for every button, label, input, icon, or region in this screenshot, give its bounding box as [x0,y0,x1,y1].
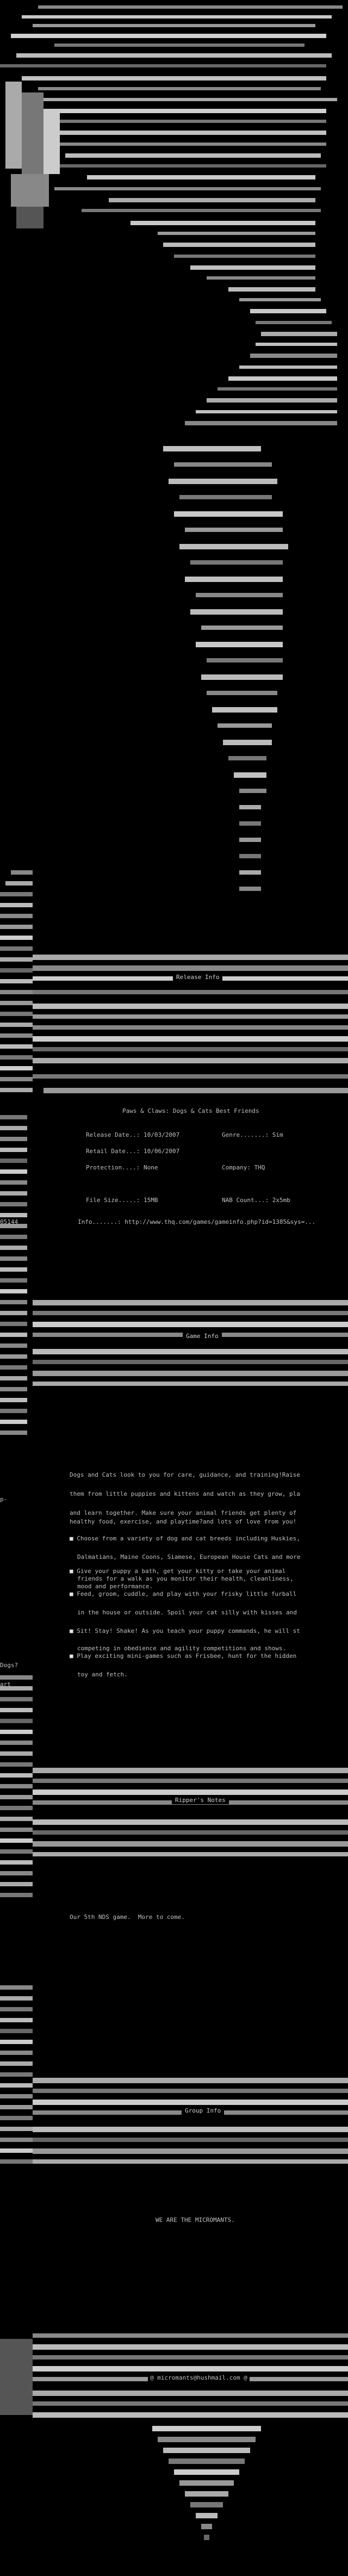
feature-bullet: mood and performance. [77,1583,153,1590]
release-info-header: Release Info [173,974,223,981]
file-size-field: File Size.....: 15MB [86,1197,158,1204]
game-description-line: healthy food, exercise, and playtime?and… [70,1518,297,1525]
company-field: Company: THQ [222,1164,265,1171]
release-date-field: Release Date..: 10/03/2007 [86,1131,180,1138]
feature-bullet: ■ Sit! Stay! Shake! As you teach your pu… [70,1627,300,1634]
game-info-header: Game Info [183,1333,222,1340]
feature-bullet: in the house or outside. Spoil your cat … [77,1609,297,1617]
feature-bullet: ■ Choose from a variety of dog and cat b… [70,1535,300,1542]
side-note: 05144 [0,1218,18,1225]
feature-bullet-text: Play exciting mini-games such as Frisbee… [77,1652,297,1659]
feature-bullet-text: Sit! Stay! Shake! As you teach your pupp… [77,1627,300,1634]
feature-bullet-text: mood and performance. [77,1583,153,1590]
feature-bullet-text: Feed, groom, cuddle, and play with your … [77,1590,297,1597]
rippers-notes-text: Our 5th NDS game. More to come. [70,1914,185,1921]
game-description-line: Dogs and Cats look to you for care, guid… [70,1471,300,1478]
feature-bullet-text: Dalmatians, Maine Coons, Siamese, Europe… [77,1553,301,1561]
game-info-header-art [0,1224,348,1435]
side-note: p- [0,1496,8,1503]
nab-count-field: NAB Count...: 2x5mb [222,1197,290,1204]
rippers-notes-header: Ripper's Notes [172,1797,229,1804]
feature-bullet-text: in the house or outside. Spoil your cat … [77,1609,297,1616]
side-note: art [0,1681,11,1688]
game-description-line: and learn together. Make sure your anima… [70,1509,297,1516]
side-note: Dogs? [0,1662,18,1669]
feature-bullet-text: Choose from a variety of dog and cat bre… [77,1535,300,1542]
footer-art [0,2333,348,2540]
left-edge-stair-art [0,1115,27,1217]
feature-bullet: ■ Play exciting mini-games such as Frisb… [70,1652,297,1659]
feature-bullet-text: competing in obedience and agility compe… [77,1645,287,1652]
group-info-header: Group Info [182,2107,225,2115]
group-info-text: WE ARE THE MICROMANTS. [156,2216,235,2224]
ansi-art-canvas [0,5,348,2540]
feature-bullet: toy and fetch. [77,1671,128,1679]
feature-bullet-text: Give your puppy a bath, get your kitty o… [77,1568,286,1575]
top-figure-art [0,5,343,425]
info-url-link[interactable]: Info.......: http://www.thq.com/games/ga… [78,1218,315,1226]
feature-bullet: ■ Give your puppy a bath, get your kitty… [70,1568,286,1575]
feature-bullet-text: toy and fetch. [77,1671,128,1678]
feature-bullet-text: friends for a walk as you monitor their … [77,1575,294,1582]
retail-date-field: Retail Date...: 10/06/2007 [86,1148,180,1155]
feature-bullet: ■ Feed, groom, cuddle, and play with you… [70,1590,297,1597]
group-email-link[interactable]: @ micromants@hushmail.com @ [148,2374,250,2382]
release-header-art [0,870,348,1093]
feature-bullet: friends for a walk as you monitor their … [77,1575,293,1583]
lower-figure-art [163,446,288,891]
feature-bullet: competing in obedience and agility compe… [77,1645,286,1652]
game-title: Paws & Claws: Dogs & Cats Best Friends [122,1107,259,1114]
group-info-header-art [0,1985,348,2164]
game-description-line: them from little puppies and kittens and… [70,1490,300,1497]
genre-field: Genre.......: Sim [222,1131,283,1138]
rippers-notes-header-art [0,1675,348,1897]
feature-bullet: Dalmatians, Maine Coons, Siamese, Europe… [77,1553,301,1561]
protection-field: Protection....: None [86,1164,158,1171]
